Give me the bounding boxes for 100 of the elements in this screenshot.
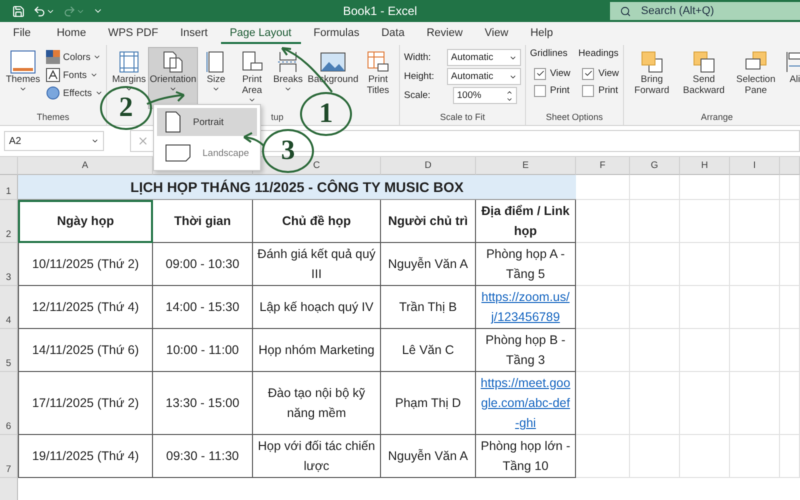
empty-cell [630, 175, 680, 200]
palette-icon [46, 50, 60, 64]
checkbox[interactable]: View [578, 65, 619, 82]
field-label: Width: [404, 52, 432, 63]
ribbon-tab[interactable]: View [476, 24, 518, 44]
empty-cell [576, 200, 630, 243]
header-cell: Chủ đề họp [253, 200, 381, 243]
empty-cell [630, 372, 680, 435]
ribbon-tab[interactable]: Home [48, 24, 96, 44]
row-header[interactable]: 7 [0, 435, 18, 478]
column-header[interactable]: I [730, 157, 780, 175]
column-header[interactable]: G [630, 157, 680, 175]
spin-field[interactable]: 100% [453, 87, 517, 104]
step-number: 2 [100, 86, 152, 130]
arrange-button[interactable]: Ali [784, 48, 800, 108]
row-header[interactable]: 2 [0, 200, 18, 243]
bring-forward-icon [638, 50, 665, 74]
empty-cell [730, 329, 780, 372]
field-label: Height: [404, 71, 436, 82]
column-header[interactable]: E [476, 157, 576, 175]
ribbon-tab[interactable]: Insert [171, 24, 217, 44]
empty-cell [576, 286, 630, 329]
meeting-link[interactable]: https://zoom.us/j/123456789 [480, 287, 571, 327]
table-cell: Phòng họp lớn - Tầng 10 [476, 435, 576, 478]
search-icon [620, 6, 631, 16]
group-label: Themes [36, 111, 70, 124]
column-header[interactable]: A [18, 157, 153, 175]
column-header[interactable]: D [381, 157, 476, 175]
ribbon-tab[interactable]: Review [418, 24, 472, 44]
empty-cell [630, 329, 680, 372]
step-number: 3 [262, 129, 314, 173]
checkbox[interactable]: Print [578, 82, 619, 99]
empty-cell [730, 175, 780, 200]
table-cell: Họp nhóm Marketing [253, 329, 381, 372]
theme-option-button[interactable]: Colors [44, 48, 104, 66]
landscape-image-icon [319, 50, 347, 74]
save-icon[interactable] [12, 4, 25, 18]
page-setup-button[interactable]: Print Titles [361, 48, 395, 108]
arrange-button[interactable]: Bring Forward [628, 48, 676, 108]
dropdown-field[interactable]: Automatic [447, 68, 521, 85]
row-header[interactable]: 6 [0, 372, 18, 435]
table-cell: 09:30 - 11:30 [153, 435, 253, 478]
caret-icon [248, 96, 256, 104]
table-cell: 09:00 - 10:30 [153, 243, 253, 286]
table-cell: Lê Văn C [381, 329, 476, 372]
empty-cell [780, 243, 800, 286]
column-header[interactable]: F [576, 157, 630, 175]
checkbox[interactable]: View [530, 65, 570, 82]
title-cell: LỊCH HỌP THÁNG 11/2025 - CÔNG TY MUSIC BOX [18, 175, 576, 200]
menu-item[interactable]: Portrait [157, 108, 257, 136]
column-header[interactable]: H [680, 157, 730, 175]
check-icon [536, 69, 544, 78]
row-header[interactable]: 5 [0, 329, 18, 372]
arrange-button[interactable]: Selection Pane [732, 48, 780, 108]
empty-cell [780, 200, 800, 243]
spin-up-icon[interactable] [506, 88, 513, 96]
ribbon-tab[interactable]: Formulas [304, 24, 368, 44]
meeting-link[interactable]: https://meet.google.com/abc-def-ghi [480, 373, 571, 433]
ribbon-tab[interactable]: Help [521, 24, 562, 44]
empty-cell [680, 175, 730, 200]
theme-option-button[interactable]: Fonts [44, 66, 100, 84]
header-cell: Thời gian [153, 200, 253, 243]
empty-cell [576, 329, 630, 372]
empty-cell [576, 372, 630, 435]
search-field[interactable]: Search (Alt+Q) [610, 2, 800, 20]
page-setup-button[interactable]: Orientation [149, 48, 197, 108]
ribbon-tab[interactable]: File [4, 24, 40, 44]
empty-cell [730, 372, 780, 435]
empty-cell [680, 435, 730, 478]
field-label: Scale: [404, 90, 432, 101]
table-cell: Đào tạo nội bộ kỹ năng mềm [253, 372, 381, 435]
empty-cell [730, 286, 780, 329]
ribbon-tab[interactable]: Data [372, 24, 414, 44]
step-number: 1 [300, 92, 352, 136]
row-header[interactable]: 4 [0, 286, 18, 329]
name-box[interactable]: A2 [4, 131, 104, 151]
row-header[interactable]: 3 [0, 243, 18, 286]
table-cell: Lập kế hoạch quý IV [253, 286, 381, 329]
table-cell: 13:30 - 15:00 [153, 372, 253, 435]
checkbox[interactable]: Print [530, 82, 570, 99]
caret-icon [212, 85, 220, 93]
page-setup-button[interactable]: Size [199, 48, 233, 108]
landscape-page-icon [165, 144, 191, 162]
empty-cell [630, 243, 680, 286]
header-cell: Người chủ trì [381, 200, 476, 243]
table-cell: Nguyễn Văn A [381, 435, 476, 478]
arrange-button[interactable]: Send Backward [680, 48, 728, 108]
themes-button[interactable]: Themes [4, 48, 42, 108]
table-cell: Phạm Thị D [381, 372, 476, 435]
row-header[interactable]: 1 [0, 175, 18, 200]
empty-cell [680, 372, 730, 435]
undo-icon[interactable] [33, 4, 55, 18]
dropdown-field[interactable]: Automatic [447, 49, 521, 66]
caret-icon [169, 85, 177, 93]
spin-down-icon[interactable] [506, 96, 513, 102]
table-cell: 10:00 - 11:00 [153, 329, 253, 372]
ribbon-tab[interactable]: WPS PDF [99, 24, 168, 44]
table-cell: 19/11/2025 (Thứ 4) [18, 435, 153, 478]
caret-icon [19, 85, 27, 93]
annotation-arrow [243, 132, 265, 147]
